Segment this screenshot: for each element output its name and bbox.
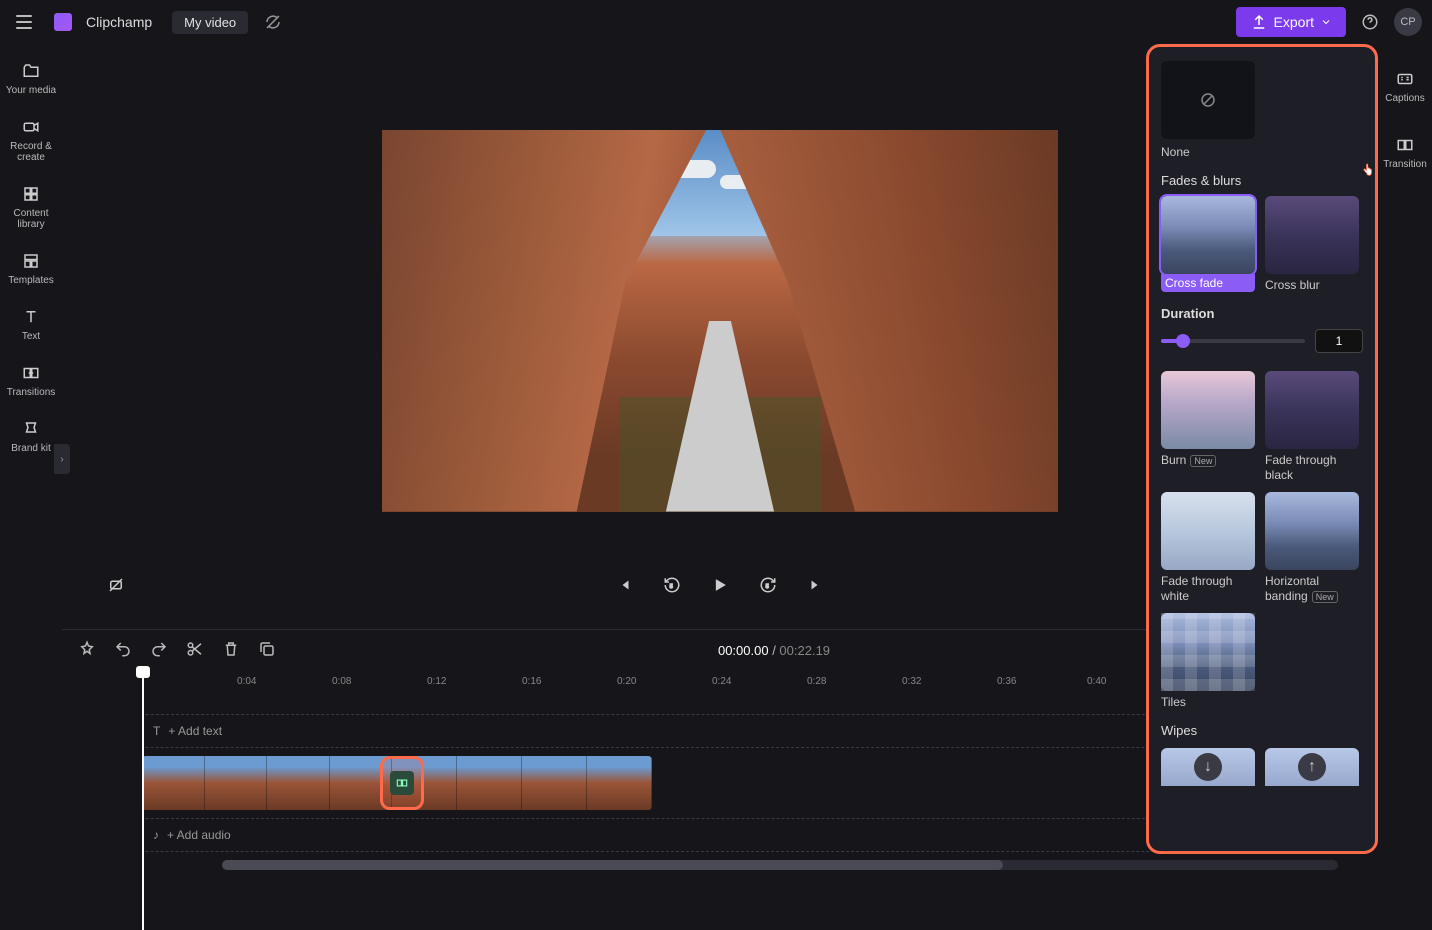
transition-cross-fade[interactable]: Cross fade xyxy=(1161,196,1255,292)
video-preview[interactable] xyxy=(382,130,1058,512)
transition-fade-black[interactable]: Fade through black xyxy=(1265,371,1359,482)
folder-icon xyxy=(20,60,42,82)
cursor-hand-annotation xyxy=(1360,160,1432,232)
transition-none[interactable]: None xyxy=(1161,61,1255,159)
templates-icon xyxy=(20,250,42,272)
transition-tiles[interactable]: Tiles xyxy=(1161,613,1255,709)
playhead[interactable] xyxy=(142,670,144,930)
svg-text:5: 5 xyxy=(670,584,673,590)
section-wipes: Wipes xyxy=(1161,723,1363,738)
split-button[interactable] xyxy=(186,640,204,661)
play-button[interactable] xyxy=(706,571,734,599)
transition-burn[interactable]: BurnNew xyxy=(1161,371,1255,482)
menu-button[interactable] xyxy=(10,8,38,36)
transition-horizontal-banding[interactable]: Horizontal bandingNew xyxy=(1265,492,1359,603)
music-icon: ♪ xyxy=(153,828,159,842)
sidebar-text[interactable]: Text xyxy=(18,300,44,348)
wipe-up[interactable]: ↑ xyxy=(1265,748,1359,786)
sidebar-content-library[interactable]: Content library xyxy=(0,177,62,236)
app-logo xyxy=(54,13,72,31)
transitions-panel: None Fades & blurs Cross fade Cross blur… xyxy=(1146,44,1378,854)
video-clip-1[interactable] xyxy=(142,756,392,810)
sidebar-transitions[interactable]: Transitions xyxy=(5,356,58,404)
transitions-icon xyxy=(20,362,42,384)
export-label: Export xyxy=(1274,14,1314,30)
transition-tab-icon xyxy=(1394,134,1416,156)
section-fades-blurs: Fades & blurs xyxy=(1161,173,1363,188)
timeline-time: 00:00.00 / 00:22.19 xyxy=(294,643,1254,658)
duration-input[interactable] xyxy=(1315,329,1363,353)
text-icon xyxy=(20,306,42,328)
skip-start-button[interactable] xyxy=(610,571,638,599)
redo-button[interactable] xyxy=(150,640,168,661)
brand-kit-icon xyxy=(20,418,42,440)
transition-icon xyxy=(390,771,414,795)
sync-off-icon[interactable] xyxy=(264,13,282,31)
sidebar-record-create[interactable]: Record & create xyxy=(0,110,62,169)
duplicate-button[interactable] xyxy=(258,640,276,661)
right-captions[interactable]: Captions xyxy=(1379,62,1430,110)
sidebar-templates[interactable]: Templates xyxy=(6,244,56,292)
user-avatar[interactable]: CP xyxy=(1394,8,1422,36)
skip-end-button[interactable] xyxy=(802,571,830,599)
transition-cross-blur[interactable]: Cross blur xyxy=(1265,196,1359,292)
delete-button[interactable] xyxy=(222,640,240,661)
topbar: Clipchamp My video Export CP xyxy=(0,0,1432,44)
library-icon xyxy=(20,183,42,205)
video-title[interactable]: My video xyxy=(172,11,248,34)
export-button[interactable]: Export xyxy=(1236,7,1346,37)
wipe-down[interactable]: ↓ xyxy=(1161,748,1255,786)
transition-marker[interactable] xyxy=(380,756,424,810)
video-clip-2[interactable] xyxy=(392,756,652,810)
transition-fade-white[interactable]: Fade through white xyxy=(1161,492,1255,603)
svg-text:5: 5 xyxy=(766,584,769,590)
sidebar-brand-kit[interactable]: Brand kit xyxy=(9,412,52,460)
left-sidebar: Your media Record & create Content libra… xyxy=(0,44,62,870)
rewind-button[interactable]: 5 xyxy=(658,571,686,599)
undo-button[interactable] xyxy=(114,640,132,661)
duration-label: Duration xyxy=(1161,306,1363,321)
sidebar-your-media[interactable]: Your media xyxy=(4,54,58,102)
auto-compose-button[interactable] xyxy=(78,640,96,661)
timeline-scrollbar[interactable] xyxy=(222,860,1338,870)
forward-button[interactable]: 5 xyxy=(754,571,782,599)
help-button[interactable] xyxy=(1356,8,1384,36)
brand-name: Clipchamp xyxy=(86,14,152,30)
captions-icon xyxy=(1394,68,1416,90)
crop-button[interactable] xyxy=(102,571,130,599)
text-icon: T xyxy=(153,724,160,738)
camera-icon xyxy=(20,116,42,138)
duration-slider[interactable] xyxy=(1161,339,1305,343)
